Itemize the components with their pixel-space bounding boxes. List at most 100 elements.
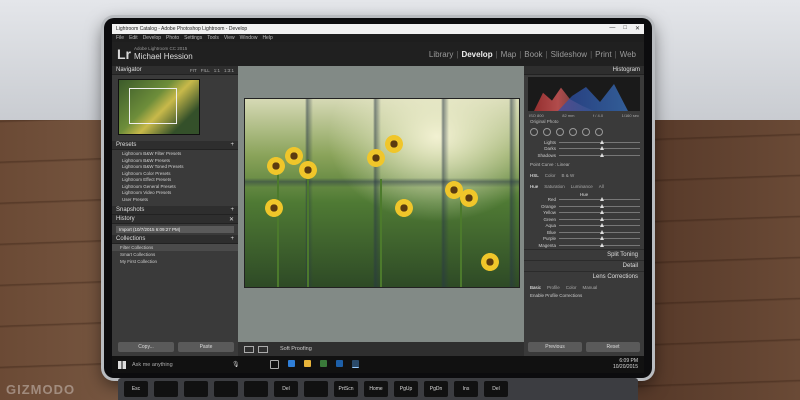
menu-settings[interactable]: Settings <box>184 35 202 41</box>
before-after-icon[interactable] <box>258 345 268 353</box>
split-toning-header[interactable]: Split Toning <box>524 248 644 260</box>
preset-folder[interactable]: User Presets <box>122 197 238 204</box>
enable-profile-corrections-checkbox[interactable]: Enable Profile Corrections <box>524 293 644 298</box>
zoom-fill[interactable]: FILL <box>201 68 210 73</box>
tab-color[interactable]: Color <box>545 173 556 178</box>
module-map[interactable]: Map <box>501 50 517 59</box>
add-snapshot-icon[interactable]: + <box>230 207 234 213</box>
point-curve-select[interactable]: Point Curve : Linear <box>524 159 644 170</box>
previous-button[interactable]: Previous <box>528 342 582 352</box>
module-library[interactable]: Library <box>429 50 453 59</box>
radial-filter-icon[interactable] <box>582 128 590 136</box>
key-pgdn[interactable]: PgDn <box>424 381 448 397</box>
graduated-filter-icon[interactable] <box>569 128 577 136</box>
subtab-luminance[interactable]: Luminance <box>571 184 593 189</box>
main-photo[interactable] <box>244 98 520 288</box>
detail-header[interactable]: Detail <box>524 259 644 271</box>
key-f6[interactable] <box>304 381 328 397</box>
task-view-icon[interactable] <box>269 360 279 369</box>
menu-photo[interactable]: Photo <box>166 35 179 41</box>
red-eye-icon[interactable] <box>556 128 564 136</box>
key-f4[interactable] <box>244 381 268 397</box>
module-web[interactable]: Web <box>620 50 636 59</box>
file-explorer-icon[interactable] <box>303 360 311 367</box>
tab-bw[interactable]: B & W <box>562 173 575 178</box>
add-preset-icon[interactable]: + <box>230 142 234 148</box>
windows-start-icon[interactable] <box>118 360 126 369</box>
minimize-button[interactable]: — <box>609 25 615 32</box>
histogram-blue <box>558 84 628 111</box>
reset-button[interactable]: Reset <box>586 342 640 352</box>
histogram-header[interactable]: Histogram <box>524 66 644 75</box>
spot-removal-icon[interactable] <box>543 128 551 136</box>
history-header[interactable]: History ✕ <box>112 215 238 224</box>
lightroom-taskbar-icon[interactable] <box>351 360 359 368</box>
key-prtscn[interactable]: PrtScn <box>334 381 358 397</box>
collection-first[interactable]: My First Collection <box>112 258 238 265</box>
lens-corrections-header[interactable]: Lens Corrections <box>524 270 644 282</box>
zoom-1-1[interactable]: 1:1 <box>214 68 220 73</box>
photoshop-icon[interactable] <box>335 360 343 367</box>
subtab-all[interactable]: All <box>599 184 604 189</box>
cortana-search[interactable]: Ask me anything <box>132 362 232 368</box>
key-pgup[interactable]: PgUp <box>394 381 418 397</box>
navigator-zoom-frame[interactable] <box>129 88 177 124</box>
subtab-hue[interactable]: Hue <box>530 184 538 189</box>
module-develop[interactable]: Develop <box>461 50 492 59</box>
clear-history-icon[interactable]: ✕ <box>229 216 234 223</box>
subtab-saturation[interactable]: Saturation <box>544 184 565 189</box>
menu-window[interactable]: Window <box>240 35 258 41</box>
key-f2[interactable] <box>184 381 208 397</box>
menu-file[interactable]: File <box>116 35 124 41</box>
menu-edit[interactable]: Edit <box>129 35 138 41</box>
module-book[interactable]: Book <box>524 50 542 59</box>
menu-develop[interactable]: Develop <box>143 35 161 41</box>
key-f3[interactable] <box>214 381 238 397</box>
menu-help[interactable]: Help <box>262 35 272 41</box>
key-ins[interactable]: Ins <box>454 381 478 397</box>
close-button[interactable]: ✕ <box>635 25 640 32</box>
maximize-button[interactable]: □ <box>623 25 627 32</box>
key-del-small[interactable]: Del <box>274 381 298 397</box>
key-f1[interactable] <box>154 381 178 397</box>
paste-button[interactable]: Paste <box>178 342 234 352</box>
surface-tablet: Lightroom Catalog - Adobe Photoshop Ligh… <box>104 18 652 378</box>
key-home[interactable]: Home <box>364 381 388 397</box>
key-del[interactable]: Del <box>484 381 508 397</box>
lens-tab-color[interactable]: Color <box>566 285 577 290</box>
lens-tab-manual[interactable]: Manual <box>583 285 598 290</box>
adjustment-brush-icon[interactable] <box>595 128 603 136</box>
navigator-header[interactable]: Navigator FIT FILL 1:1 1:3:1 <box>112 66 238 75</box>
microphone-icon[interactable]: 🎙 <box>232 361 240 368</box>
zoom-custom[interactable]: 1:3:1 <box>224 68 234 73</box>
collection-filter[interactable]: Filter Collections <box>112 244 238 251</box>
collection-smart[interactable]: Smart Collections <box>112 251 238 258</box>
window-titlebar: Lightroom Catalog - Adobe Photoshop Ligh… <box>112 24 644 34</box>
system-tray[interactable]: 6:09 PM 10/20/2015 <box>613 358 638 370</box>
lens-tab-basic[interactable]: Basic <box>530 285 541 290</box>
histogram[interactable] <box>528 77 640 111</box>
snapshots-header[interactable]: Snapshots + <box>112 206 238 215</box>
navigator-preview[interactable] <box>118 79 200 135</box>
soft-proofing-toggle[interactable]: Soft Proofing <box>280 346 312 352</box>
key-esc[interactable]: Esc <box>124 381 148 397</box>
edge-icon[interactable] <box>287 360 295 367</box>
original-photo-checkbox[interactable]: Original Photo <box>524 118 644 125</box>
lens-tab-profile[interactable]: Profile <box>547 285 560 290</box>
module-print[interactable]: Print <box>595 50 611 59</box>
zoom-fit[interactable]: FIT <box>190 68 197 73</box>
crop-tool-icon[interactable] <box>530 128 538 136</box>
menu-tools[interactable]: Tools <box>207 35 219 41</box>
loupe-view-icon[interactable] <box>244 345 254 353</box>
tab-hsl[interactable]: HSL <box>530 173 539 178</box>
sunflower <box>267 157 285 175</box>
add-collection-icon[interactable]: + <box>230 236 234 242</box>
module-slideshow[interactable]: Slideshow <box>551 50 587 59</box>
windows-taskbar: Ask me anything 🎙 6:09 PM 10/20/2015 <box>112 356 644 373</box>
history-item[interactable]: Import (10/7/2015 6:09:27 PM) <box>116 226 234 233</box>
store-icon[interactable] <box>319 360 327 367</box>
menu-view[interactable]: View <box>224 35 235 41</box>
collections-header[interactable]: Collections + <box>112 235 238 244</box>
copy-button[interactable]: Copy... <box>118 342 174 352</box>
presets-header[interactable]: Presets + <box>112 141 238 150</box>
